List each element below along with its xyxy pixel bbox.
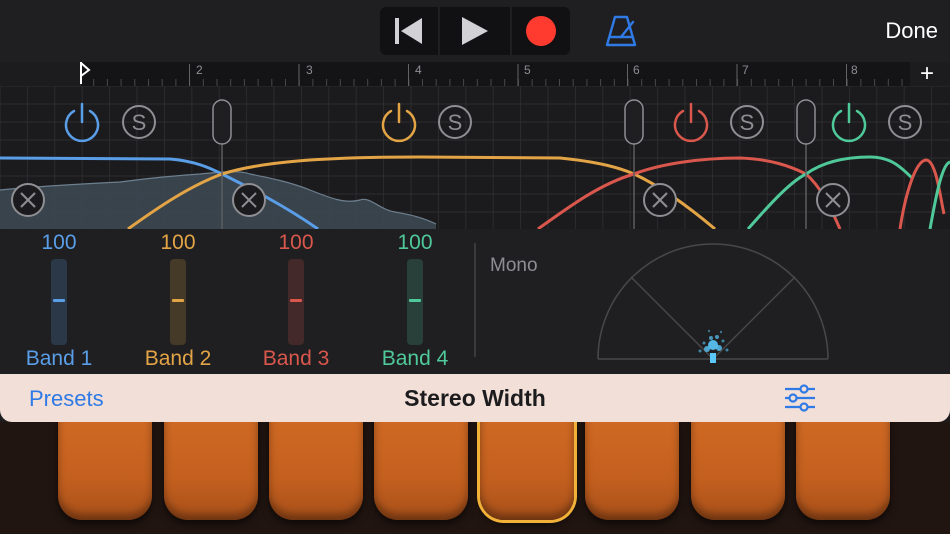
- remove-icon[interactable]: [643, 183, 677, 217]
- pad[interactable]: [585, 422, 679, 520]
- svg-text:S: S: [448, 110, 463, 135]
- control-bar: Done: [0, 0, 950, 62]
- ruler-ticks: [79, 62, 903, 86]
- rewind-button[interactable]: [380, 7, 438, 55]
- level-marker: [710, 353, 716, 363]
- band-slider[interactable]: [170, 259, 186, 345]
- eq-graph[interactable]: S S S S: [0, 85, 950, 231]
- rewind-icon: [395, 18, 422, 44]
- band-value: 100: [41, 231, 77, 254]
- svg-text:S: S: [132, 110, 147, 135]
- metronome-icon: [605, 15, 637, 47]
- timeline-ruler[interactable]: 2 3 4 5 6 7 8: [79, 62, 910, 86]
- pad[interactable]: [374, 422, 468, 520]
- pad[interactable]: [164, 422, 258, 520]
- band-slider[interactable]: [51, 259, 67, 345]
- slider-thumb[interactable]: [172, 299, 184, 302]
- done-button[interactable]: Done: [885, 18, 938, 44]
- band-slider[interactable]: [407, 259, 423, 345]
- metronome-button[interactable]: [603, 13, 639, 49]
- pad[interactable]: [691, 422, 785, 520]
- band-value: 100: [397, 231, 433, 254]
- ruler-mark: 4: [415, 63, 422, 77]
- remove-icon[interactable]: [816, 183, 850, 217]
- svg-text:S: S: [898, 110, 913, 135]
- ruler-mark: 2: [196, 63, 203, 77]
- band-value: 100: [278, 231, 314, 254]
- ruler-mark: 7: [742, 63, 749, 77]
- band-1-control: 100 Band 1: [9, 229, 109, 374]
- transport-controls: [380, 7, 570, 55]
- crossover-handle[interactable]: [212, 99, 232, 145]
- band-width-panel: 100 Band 1 100 Band 2 100 Band 3 100 Ban…: [0, 229, 950, 374]
- band-slider[interactable]: [288, 259, 304, 345]
- plugin-footer: Presets Stereo Width: [0, 374, 950, 422]
- pad[interactable]: [269, 422, 363, 520]
- eq-curves: S S S S: [0, 85, 950, 231]
- pad-strip: [0, 422, 950, 534]
- remove-icon[interactable]: [11, 183, 45, 217]
- record-icon: [526, 16, 556, 46]
- band-label: Band 4: [381, 347, 449, 370]
- ruler-mark: 8: [851, 63, 858, 77]
- pad[interactable]: [796, 422, 890, 520]
- pad[interactable]: [58, 422, 152, 520]
- pad-active[interactable]: [480, 422, 574, 520]
- slider-thumb[interactable]: [409, 299, 421, 302]
- ruler-mark: 6: [633, 63, 640, 77]
- record-button[interactable]: [512, 7, 570, 55]
- band-4-control: 100 Band 4: [365, 229, 465, 374]
- slider-thumb[interactable]: [53, 299, 65, 302]
- divider: [474, 243, 476, 357]
- crossover-handle[interactable]: [796, 99, 816, 145]
- ruler-mark: 3: [306, 63, 313, 77]
- band-3-control: 100 Band 3: [246, 229, 346, 374]
- ruler-mark: 5: [524, 63, 531, 77]
- svg-text:S: S: [740, 110, 755, 135]
- add-button[interactable]: +: [920, 60, 934, 88]
- play-icon: [462, 17, 488, 45]
- band-value: 100: [160, 231, 196, 254]
- stereo-width-meter: [597, 243, 829, 363]
- slider-thumb[interactable]: [290, 299, 302, 302]
- crossover-handle[interactable]: [624, 99, 644, 145]
- remove-icon[interactable]: [232, 183, 266, 217]
- mono-label: Mono: [490, 255, 538, 276]
- play-button[interactable]: [440, 7, 498, 55]
- band-2-control: 100 Band 2: [128, 229, 228, 374]
- sliders-icon[interactable]: [782, 382, 818, 414]
- playhead-marker[interactable]: [80, 62, 91, 84]
